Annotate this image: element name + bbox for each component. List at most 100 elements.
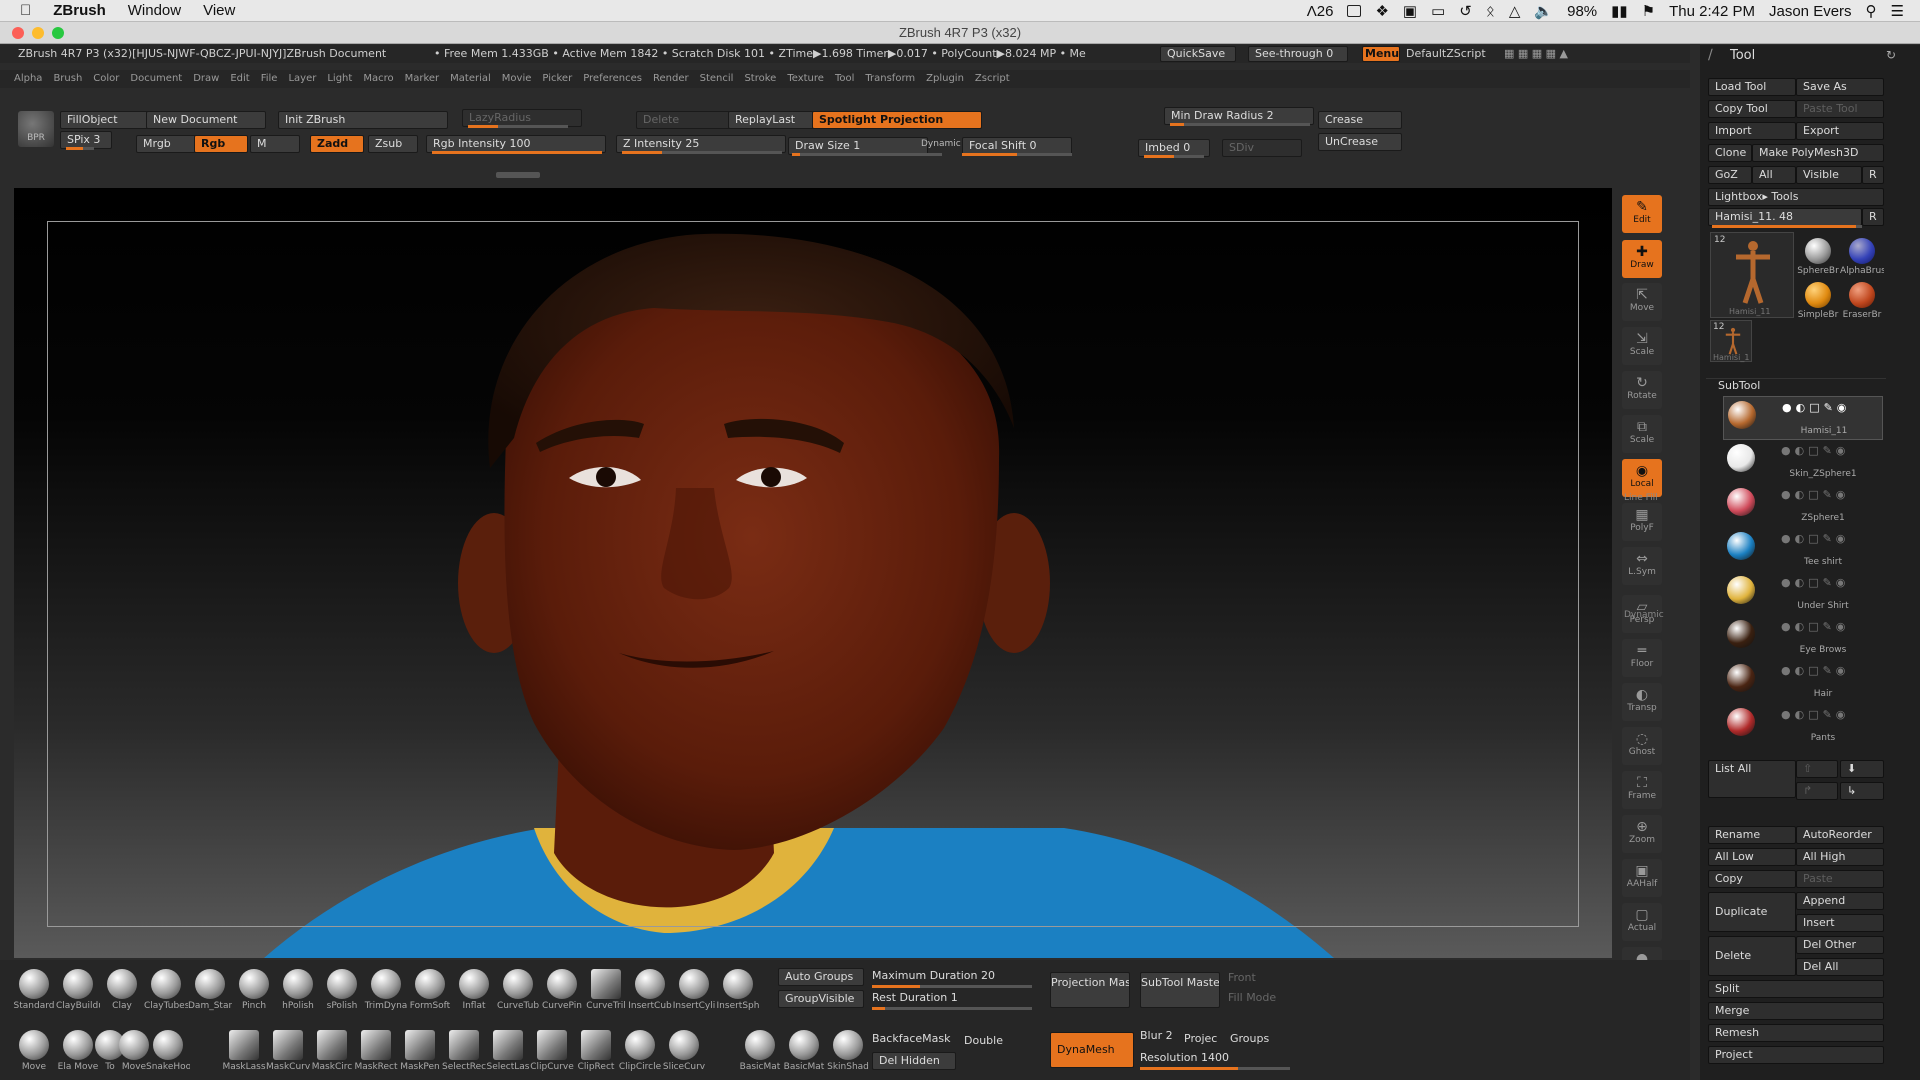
shelf-lsym-button[interactable]: ⇔ L.Sym [1622, 547, 1662, 585]
insert-button[interactable]: Insert [1796, 914, 1884, 932]
all-high-button[interactable]: All High [1796, 848, 1884, 866]
subtool-toggles-icon[interactable]: ●◐□✎◉ [1782, 401, 1850, 414]
menu-zplugin[interactable]: Zplugin [926, 73, 964, 84]
shelf-frame-button[interactable]: ⛶ Frame [1622, 771, 1662, 809]
load-tool-button[interactable]: Load Tool [1708, 78, 1796, 96]
brush-basicmat[interactable]: BasicMat [782, 1024, 826, 1074]
save-as-button[interactable]: Save As [1796, 78, 1884, 96]
fillobject-button[interactable]: FillObject [60, 111, 150, 129]
shelf-floor-button[interactable]: ═ Floor [1622, 639, 1662, 677]
subtool-header[interactable]: SubTool [1706, 378, 1886, 392]
subtool-toggles-icon[interactable]: ●◐□✎◉ [1781, 620, 1849, 633]
brush-maskpen[interactable]: MaskPen [398, 1024, 442, 1074]
project-button[interactable]: Project [1708, 1046, 1884, 1064]
menu-material[interactable]: Material [450, 73, 491, 84]
brush-clipcurve[interactable]: ClipCurve [530, 1024, 574, 1074]
subtool-item[interactable]: ●◐□✎◉ ZSphere1 [1723, 484, 1883, 528]
flag-icon[interactable]: ⚑ [1642, 2, 1655, 20]
apple-icon[interactable]:  [20, 2, 31, 19]
airplay-icon[interactable]: ▣ [1403, 2, 1417, 20]
brush-cliprect[interactable]: ClipRect [574, 1024, 618, 1074]
menu-marker[interactable]: Marker [405, 73, 440, 84]
dynamic-toggle[interactable]: Dynamic [921, 139, 961, 149]
double-toggle[interactable]: Double [964, 1034, 1003, 1047]
brush-move[interactable]: Move [12, 1024, 56, 1074]
blur-slider[interactable]: Blur 2 [1140, 1029, 1173, 1042]
default-zscript[interactable]: DefaultZScript [1406, 45, 1486, 63]
menu-movie[interactable]: Movie [502, 73, 532, 84]
front-toggle[interactable]: Front [1228, 971, 1256, 984]
shelf-ghost-button[interactable]: ◌ Ghost [1622, 727, 1662, 765]
spotlight-projection-button[interactable]: Spotlight Projection [812, 111, 982, 129]
tool-thumb-simplebrush[interactable]: SimpleBr [1796, 276, 1840, 326]
crease-button[interactable]: Crease [1318, 111, 1402, 129]
see-through-slider[interactable]: See-through 0 [1248, 46, 1348, 62]
shelf-draw-button[interactable]: ✚ Draw [1622, 240, 1662, 278]
zsub-button[interactable]: Zsub [368, 135, 418, 153]
make-polymesh-button[interactable]: Make PolyMesh3D [1752, 144, 1884, 162]
move-up-button[interactable]: ⇧ [1796, 760, 1838, 778]
wifi-icon[interactable]: △ [1509, 2, 1521, 20]
del-hidden-button[interactable]: Del Hidden [872, 1052, 956, 1070]
brush-pinch[interactable]: Pinch [232, 963, 276, 1013]
menu-zscript[interactable]: Zscript [975, 73, 1010, 84]
brush-spolish[interactable]: sPolish [320, 963, 364, 1013]
subtool-toggles-icon[interactable]: ●◐□✎◉ [1781, 532, 1849, 545]
merge-button[interactable]: Merge [1708, 1002, 1884, 1020]
subtool-item[interactable]: ●◐□✎◉ Hair [1723, 660, 1883, 704]
brush-clipcircle[interactable]: ClipCircle [618, 1024, 662, 1074]
import-button[interactable]: Import [1708, 122, 1796, 140]
quicksave-button[interactable]: QuickSave [1160, 46, 1236, 62]
menu-view[interactable]: View [203, 2, 235, 19]
copy-tool-button[interactable]: Copy Tool [1708, 100, 1796, 118]
tool-thumb-spherebrush[interactable]: SphereBr [1796, 232, 1840, 282]
subtool-toggles-icon[interactable]: ●◐□✎◉ [1781, 488, 1849, 501]
app-menu[interactable]: ZBrush [53, 2, 106, 19]
current-tool-r-button[interactable]: R [1862, 208, 1884, 226]
shelf-actual-button[interactable]: ▢ Actual [1622, 903, 1662, 941]
brush-clay[interactable]: Clay [100, 963, 144, 1013]
brush-insertcyli[interactable]: InsertCyli [672, 963, 716, 1013]
brush-selectlas[interactable]: SelectLas [486, 1024, 530, 1074]
shelf-scale-button[interactable]: ⇲ Scale [1622, 327, 1662, 365]
groupvisible-button[interactable]: GroupVisible [778, 990, 864, 1008]
shelf-scale2-button[interactable]: ⧉ Scale [1622, 415, 1662, 453]
brush-curvetril[interactable]: CurveTril [584, 963, 628, 1013]
subtool-master-button[interactable]: SubTool Master [1140, 972, 1220, 1008]
uncrease-button[interactable]: UnCrease [1318, 133, 1402, 151]
brush-claybuildu[interactable]: ClayBuildu [56, 963, 100, 1013]
zadd-button[interactable]: Zadd [310, 135, 364, 153]
menu-brush[interactable]: Brush [53, 73, 82, 84]
brush-masklass[interactable]: MaskLass [222, 1024, 266, 1074]
timemachine-icon[interactable]: ↺ [1459, 2, 1472, 20]
menu-layer[interactable]: Layer [288, 73, 316, 84]
menu-document[interactable]: Document [130, 73, 182, 84]
subtool-item[interactable]: ●◐□✎◉ Hamisi_11 [1723, 396, 1883, 440]
max-duration-slider[interactable]: Maximum Duration 20 [872, 969, 995, 982]
rest-duration-slider[interactable]: Rest Duration 1 [872, 991, 958, 1004]
brush-trimdyna[interactable]: TrimDyna [364, 963, 408, 1013]
menu-draw[interactable]: Draw [193, 73, 219, 84]
brush-curvetub[interactable]: CurveTub [496, 963, 540, 1013]
shelf-transp-button[interactable]: ◐ Transp [1622, 683, 1662, 721]
adobe-icon[interactable]: Λ26 [1307, 3, 1334, 20]
replaylast-button[interactable]: ReplayLast [728, 111, 822, 129]
list-all-button[interactable]: List All [1708, 760, 1796, 798]
brush-skinshad[interactable]: SkinShad [826, 1024, 870, 1074]
resolution-slider[interactable]: Resolution 1400 [1140, 1051, 1229, 1064]
menu-render[interactable]: Render [653, 73, 689, 84]
projection-master-button[interactable]: Projection Master [1050, 972, 1130, 1008]
menu-preferences[interactable]: Preferences [583, 73, 642, 84]
tool-panel-grip-icon[interactable]: ∕ [1708, 47, 1713, 63]
subtool-toggles-icon[interactable]: ●◐□✎◉ [1781, 708, 1849, 721]
move-top-button[interactable]: ↱ [1796, 782, 1838, 800]
clone-button[interactable]: Clone [1708, 144, 1752, 162]
menu-file[interactable]: File [261, 73, 278, 84]
projec-toggle[interactable]: Projec [1184, 1032, 1217, 1045]
layout-icons[interactable]: ▦ ▦ ▦ ▦ ▲ [1504, 45, 1568, 63]
auto-groups-button[interactable]: Auto Groups [778, 968, 864, 986]
subtool-item[interactable]: ●◐□✎◉ Skin_ZSphere1 [1723, 440, 1883, 484]
menu-stencil[interactable]: Stencil [700, 73, 734, 84]
brush-standard[interactable]: Standard [12, 963, 56, 1013]
subtool-toggles-icon[interactable]: ●◐□✎◉ [1781, 576, 1849, 589]
